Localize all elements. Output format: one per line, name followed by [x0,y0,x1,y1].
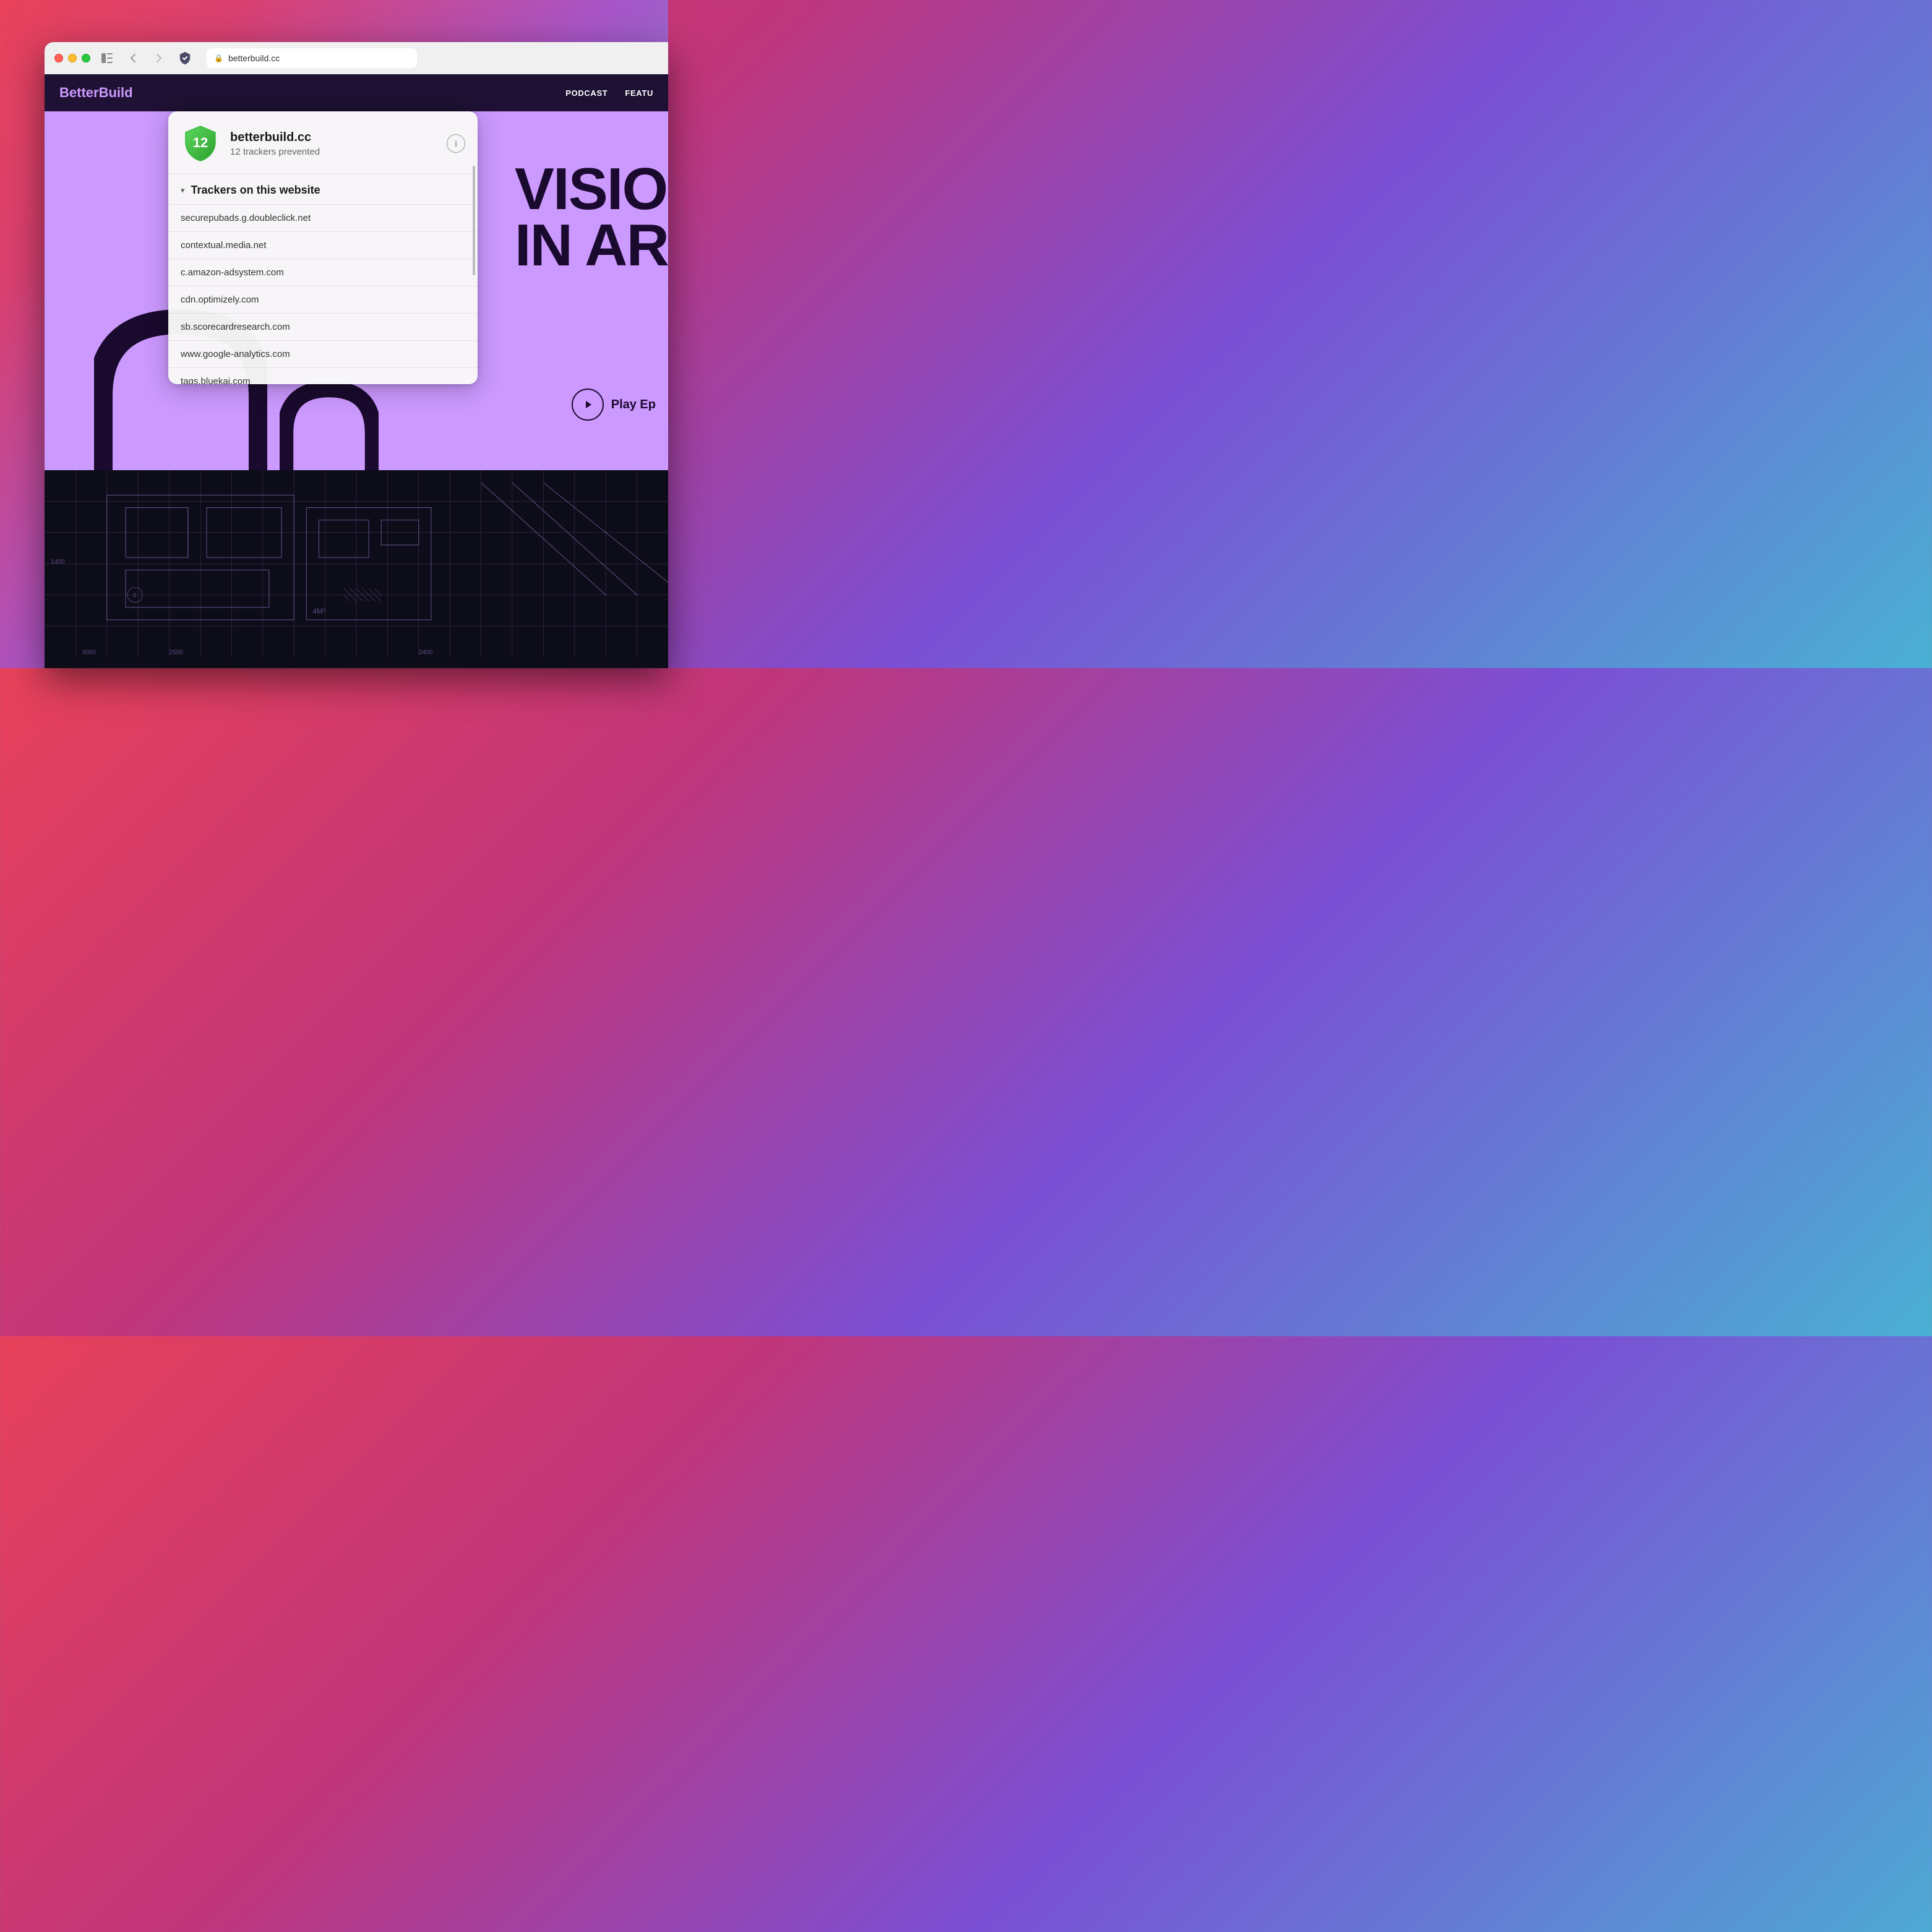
svg-text:12: 12 [193,135,208,150]
scroll-indicator [473,166,475,275]
tracker-item: cdn.optimizely.com [168,286,478,313]
chevron-down-icon: ▾ [181,186,185,195]
minimize-button[interactable] [68,54,77,62]
site-logo: BetterBuild [59,85,133,101]
url-text: betterbuild.cc [228,53,280,63]
tracker-item: sb.scorecardresearch.com [168,313,478,340]
play-label: Play Ep [611,398,656,412]
tracker-item: contextual.media.net [168,231,478,259]
trackers-section-title: Trackers on this website [191,184,320,197]
privacy-popup: 12 betterbuild.cc 12 trackers prevented … [168,111,478,384]
website-content: BetterBuild PODCAST FEATU VISIO IN AR [45,74,668,668]
logo-text-dark: BetterBu [59,85,117,100]
nav-links: PODCAST FEATU [565,88,653,98]
tracker-item: tags.bluekai.com [168,367,478,384]
titlebar: 🔒 betterbuild.cc [45,42,668,74]
arch-right [280,384,379,470]
tracker-item: securepubads.g.doubleclick.net [168,204,478,231]
svg-text:3400: 3400 [419,649,433,656]
svg-text:3000: 3000 [82,649,96,656]
maximize-button[interactable] [82,54,90,62]
tracker-list: securepubads.g.doubleclick.net contextua… [168,204,478,384]
blueprint-section: 3000 2500 3400 1400 4M² 3 [45,470,668,668]
lock-icon: 🔒 [214,54,223,62]
privacy-shield-button[interactable] [176,49,194,67]
popup-site-name: betterbuild.cc [230,131,437,145]
info-icon: i [455,139,457,148]
hero-line2: IN AR [515,217,668,273]
info-button[interactable]: i [447,134,465,153]
play-button-area[interactable]: Play Ep [572,389,656,421]
svg-text:3: 3 [132,593,136,599]
traffic-lights [54,54,90,62]
svg-text:2500: 2500 [170,649,184,656]
svg-text:4M²: 4M² [312,607,325,616]
popup-trackers-count: 12 trackers prevented [230,147,437,157]
popup-site-info: betterbuild.cc 12 trackers prevented [230,131,437,157]
shield-badge-icon: 12 [181,124,220,163]
hero-line1: VISIO [515,161,668,217]
tracker-item: c.amazon-adsystem.com [168,259,478,286]
back-button[interactable] [124,51,142,66]
popup-body[interactable]: ▾ Trackers on this website securepubads.… [168,174,478,384]
sidebar-toggle-button[interactable] [98,51,116,66]
play-circle-icon [572,389,604,421]
forward-button[interactable] [150,51,168,66]
hero-text: VISIO IN AR [515,161,668,273]
svg-text:1400: 1400 [51,559,65,565]
trackers-section-header[interactable]: ▾ Trackers on this website [168,174,478,204]
popup-header: 12 betterbuild.cc 12 trackers prevented … [168,111,478,174]
close-button[interactable] [54,54,63,62]
browser-window: 🔒 betterbuild.cc BetterBuild PODCAST FEA… [45,42,668,668]
nav-features[interactable]: FEATU [625,88,653,98]
blueprint-grid: 3000 2500 3400 1400 4M² 3 [45,470,668,657]
address-bar[interactable]: 🔒 betterbuild.cc [207,48,417,68]
logo-text-accent: ild [117,85,133,100]
nav-podcast[interactable]: PODCAST [565,88,608,98]
site-navigation: BetterBuild PODCAST FEATU [45,74,668,111]
tracker-item: www.google-analytics.com [168,340,478,367]
